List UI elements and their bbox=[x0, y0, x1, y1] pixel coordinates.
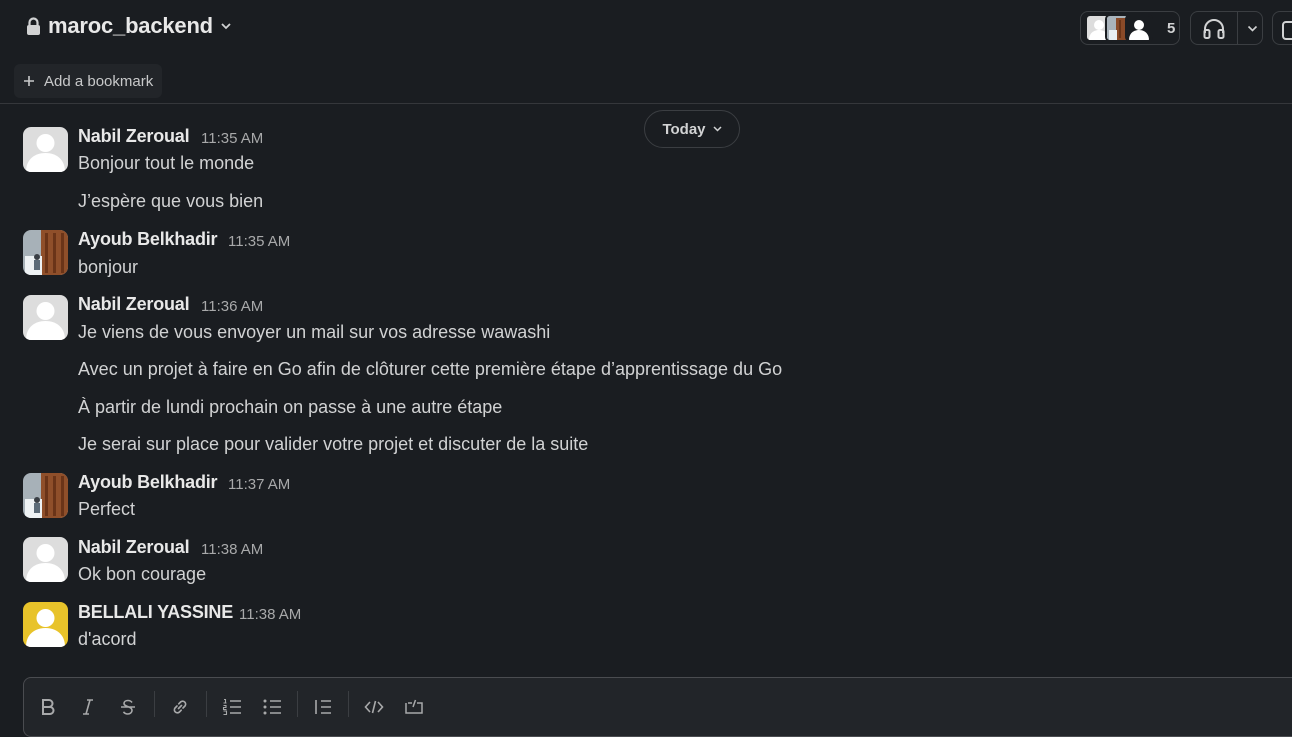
message-timestamp[interactable]: 11:35 AM bbox=[228, 233, 290, 250]
huddle-button[interactable] bbox=[1190, 11, 1263, 45]
message-text: Je serai sur place pour valider votre pr… bbox=[78, 434, 589, 454]
message-timestamp[interactable]: 11:36 AM bbox=[201, 298, 263, 315]
avatar[interactable] bbox=[23, 127, 68, 172]
message-timestamp[interactable]: 11:37 AM bbox=[228, 476, 290, 493]
avatar[interactable] bbox=[23, 295, 68, 340]
message-timestamp[interactable]: 11:35 AM bbox=[201, 130, 263, 147]
members-button[interactable]: 5 bbox=[1080, 11, 1180, 45]
bold-icon[interactable] bbox=[35, 694, 61, 720]
message-text: bonjour bbox=[78, 257, 139, 277]
huddle-divider bbox=[1237, 11, 1238, 45]
canvas-button[interactable] bbox=[1272, 11, 1292, 45]
canvas-icon bbox=[1281, 18, 1292, 40]
italic-icon[interactable] bbox=[75, 694, 101, 720]
message-text: d'acord bbox=[78, 629, 137, 649]
message-timestamp[interactable]: 11:38 AM bbox=[239, 606, 301, 623]
message-text: À partir de lundi prochain on passe à un… bbox=[78, 397, 503, 417]
member-count: 5 bbox=[1167, 19, 1176, 37]
toolbar-divider bbox=[206, 691, 207, 717]
bulleted-list-icon[interactable] bbox=[259, 694, 285, 720]
message-author[interactable]: BELLALI YASSINE bbox=[78, 602, 233, 623]
message-text: Avec un projet à faire en Go afin de clô… bbox=[78, 359, 783, 379]
message-text: Perfect bbox=[78, 499, 136, 519]
message: Nabil Zeroual 11:36 AM Je viens de vous … bbox=[0, 293, 1292, 463]
message-author[interactable]: Nabil Zeroual bbox=[78, 294, 190, 315]
avatar-photo[interactable] bbox=[23, 230, 68, 275]
avatar[interactable] bbox=[23, 602, 68, 647]
member-avatar bbox=[1125, 14, 1153, 42]
message: Nabil Zeroual 11:35 AM Bonjour tout le m… bbox=[0, 126, 1292, 221]
toolbar-divider bbox=[297, 691, 298, 717]
blockquote-icon[interactable] bbox=[310, 694, 336, 720]
code-icon[interactable] bbox=[361, 694, 387, 720]
channel-name: maroc_backend bbox=[48, 13, 213, 38]
message: Nabil Zeroual 11:38 AM Ok bon courage bbox=[0, 536, 1292, 592]
lock-icon bbox=[25, 16, 42, 36]
message-text: Je viens de vous envoyer un mail sur vos… bbox=[78, 322, 551, 342]
message-composer[interactable] bbox=[23, 677, 1292, 737]
avatar-photo[interactable] bbox=[23, 473, 68, 518]
avatar[interactable] bbox=[23, 537, 68, 582]
strikethrough-icon[interactable] bbox=[115, 694, 141, 720]
ordered-list-icon[interactable] bbox=[219, 694, 245, 720]
message-author[interactable]: Nabil Zeroual bbox=[78, 126, 190, 147]
chevron-down-icon bbox=[220, 22, 232, 30]
chevron-down-icon[interactable] bbox=[1247, 25, 1258, 32]
message-text: J’espère que vous bien bbox=[78, 191, 264, 211]
channel-header: maroc_backend Add a bookmark 5 bbox=[0, 0, 1292, 104]
link-icon[interactable] bbox=[167, 694, 193, 720]
plus-icon bbox=[23, 75, 35, 87]
add-bookmark-button[interactable]: Add a bookmark bbox=[14, 64, 163, 98]
message-author[interactable]: Nabil Zeroual bbox=[78, 537, 190, 558]
message-timestamp[interactable]: 11:38 AM bbox=[201, 541, 263, 558]
message: Ayoub Belkhadir 11:37 AM Perfect bbox=[0, 471, 1292, 527]
toolbar-divider bbox=[154, 691, 155, 717]
message-text: Bonjour tout le monde bbox=[78, 153, 255, 173]
message: Ayoub Belkhadir 11:35 AM bonjour bbox=[0, 228, 1292, 284]
add-bookmark-label: Add a bookmark bbox=[44, 72, 154, 90]
toolbar-divider bbox=[348, 691, 349, 717]
message: BELLALI YASSINE 11:38 AM d'acord bbox=[0, 601, 1292, 657]
headphones-icon bbox=[1202, 17, 1226, 39]
message-author[interactable]: Ayoub Belkhadir bbox=[78, 472, 218, 493]
message-text: Ok bon courage bbox=[78, 564, 207, 584]
channel-name-button[interactable]: maroc_backend bbox=[25, 13, 232, 39]
message-author[interactable]: Ayoub Belkhadir bbox=[78, 229, 218, 250]
code-block-icon[interactable] bbox=[401, 694, 427, 720]
